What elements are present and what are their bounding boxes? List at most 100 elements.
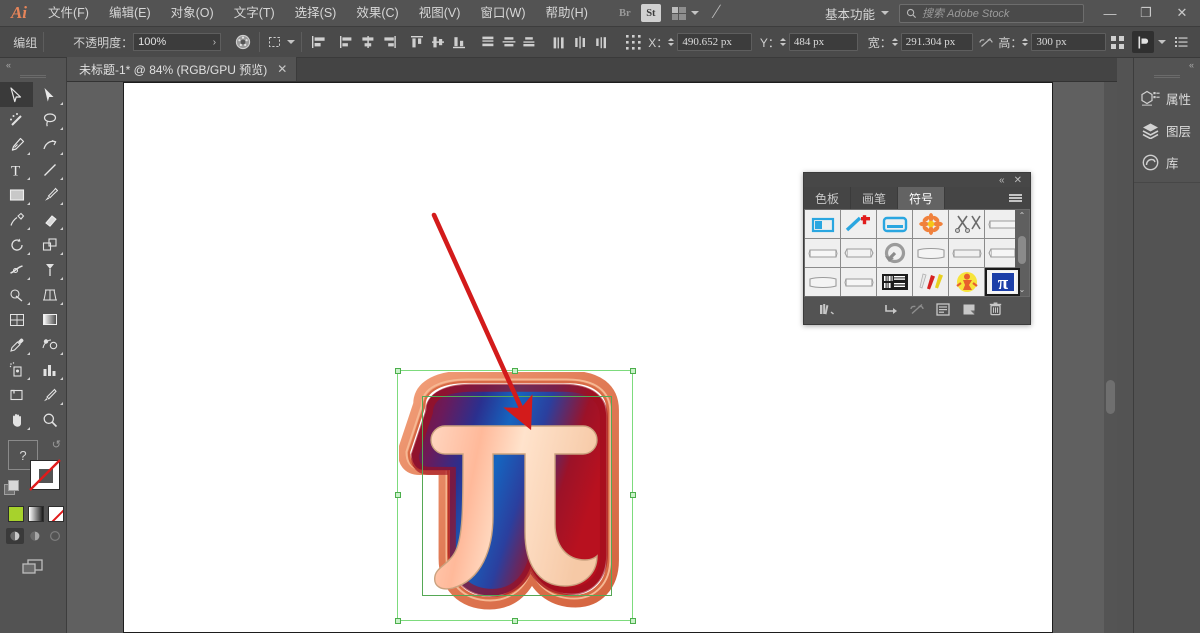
line-segment-tool[interactable]: [33, 157, 66, 182]
close-button[interactable]: ✕: [1164, 0, 1200, 27]
symbol-libraries-icon[interactable]: [814, 299, 840, 319]
edit-toolbar-button[interactable]: [0, 558, 66, 576]
dock-item-libraries[interactable]: 库: [1134, 146, 1200, 178]
column-graph-tool[interactable]: [33, 357, 66, 382]
workspace-switcher[interactable]: 基本功能: [815, 4, 881, 23]
distribute-h-left-button[interactable]: [549, 31, 570, 53]
width-stepper[interactable]: [892, 38, 898, 46]
select-similar-button[interactable]: [266, 31, 287, 53]
symbol-crayons[interactable]: [913, 268, 948, 296]
blend-tool[interactable]: [33, 332, 66, 357]
y-stepper[interactable]: [780, 38, 786, 46]
symbol-ribbon-7[interactable]: [841, 268, 876, 296]
shape-builder-tool[interactable]: [0, 282, 33, 307]
vertical-scrollbar[interactable]: [1104, 82, 1117, 633]
document-tab-close-icon[interactable]: ✕: [277, 62, 287, 76]
vertical-scrollbar-thumb[interactable]: [1106, 380, 1115, 414]
menu-window[interactable]: 窗口(W): [470, 0, 535, 27]
align-v-center-button[interactable]: [428, 31, 449, 53]
place-symbol-instance-icon[interactable]: [878, 299, 904, 319]
scale-tool[interactable]: [33, 232, 66, 257]
canvas-area[interactable]: ⌃: [67, 82, 1117, 633]
magic-wand-tool[interactable]: [0, 107, 33, 132]
perspective-grid-tool[interactable]: [33, 282, 66, 307]
tab-brushes[interactable]: 画笔: [851, 187, 898, 209]
height-stepper[interactable]: [1022, 38, 1028, 46]
symbol-options-icon[interactable]: [930, 299, 956, 319]
menu-object[interactable]: 对象(O): [161, 0, 224, 27]
align-h-center-button[interactable]: [358, 31, 379, 53]
align-chevron-down-icon[interactable]: [1158, 40, 1166, 44]
none-swatch[interactable]: [48, 506, 64, 522]
toolbar-drag-grip[interactable]: [0, 71, 66, 82]
selection-handle-se[interactable]: [630, 618, 636, 624]
panel-close-icon[interactable]: ✕: [1014, 175, 1022, 186]
menu-file[interactable]: 文件(F): [38, 0, 99, 27]
symbol-ribbon-6[interactable]: [805, 268, 840, 296]
symbol-web-box-blue[interactable]: [877, 210, 912, 238]
symbol-flower[interactable]: [913, 210, 948, 238]
align-panel-button[interactable]: [1132, 31, 1154, 53]
align-h-left-button[interactable]: [337, 31, 358, 53]
menu-help[interactable]: 帮助(H): [536, 0, 598, 27]
transform-panel-button[interactable]: [1106, 31, 1128, 53]
paintbrush-tool[interactable]: [33, 182, 66, 207]
type-tool[interactable]: T: [0, 157, 33, 182]
symbol-runner[interactable]: [949, 268, 984, 296]
menu-effect[interactable]: 效果(C): [346, 0, 408, 27]
delete-symbol-icon[interactable]: [982, 299, 1008, 319]
full-screen-mode[interactable]: [46, 528, 64, 544]
toolbar-collapse-button[interactable]: «: [0, 58, 66, 71]
symbol-sprayer-tool[interactable]: [0, 357, 33, 382]
artboard-tool[interactable]: [0, 382, 33, 407]
selection-tool[interactable]: [0, 82, 33, 107]
selection-handle-s[interactable]: [512, 618, 518, 624]
x-stepper[interactable]: [668, 38, 674, 46]
default-fill-stroke-icon-2[interactable]: [8, 480, 19, 491]
symbol-ribbon-1[interactable]: [805, 239, 840, 267]
align-h-right-button[interactable]: [378, 31, 399, 53]
stock-icon[interactable]: St: [641, 4, 661, 22]
new-symbol-icon[interactable]: [956, 299, 982, 319]
dock-drag-grip[interactable]: [1134, 71, 1200, 82]
transform-reference-point[interactable]: [623, 31, 644, 53]
dock-expand-button[interactable]: «: [1134, 58, 1200, 71]
width-tool[interactable]: [0, 257, 33, 282]
lock-proportions-button[interactable]: [975, 31, 996, 53]
symbol-ribbon-2[interactable]: [841, 239, 876, 267]
menu-select[interactable]: 选择(S): [285, 0, 347, 27]
selection-handle-sw[interactable]: [395, 618, 401, 624]
gradient-swatch[interactable]: [28, 506, 44, 522]
selection-handle-nw[interactable]: [395, 368, 401, 374]
distribute-v-center-button[interactable]: [498, 31, 519, 53]
menu-type[interactable]: 文字(T): [224, 0, 285, 27]
y-input[interactable]: 484 px: [789, 33, 858, 51]
symbol-web-banner-blue[interactable]: [805, 210, 840, 238]
dock-item-layers[interactable]: 图层: [1134, 114, 1200, 146]
symbols-panel[interactable]: « ✕ 色板 画笔 符号: [803, 172, 1031, 325]
free-transform-tool[interactable]: [33, 257, 66, 282]
curvature-tool[interactable]: [33, 132, 66, 157]
search-stock-input[interactable]: 搜索 Adobe Stock: [899, 4, 1084, 23]
restore-button[interactable]: ❐: [1128, 0, 1164, 27]
symbols-grid-container[interactable]: π ⌃ ⌄: [804, 209, 1030, 297]
minimize-button[interactable]: —: [1092, 0, 1128, 27]
panel-title-bar[interactable]: « ✕: [804, 173, 1030, 187]
lasso-tool[interactable]: [33, 107, 66, 132]
selection-handle-ne[interactable]: [630, 368, 636, 374]
stock-swoosh-icon[interactable]: ⟋: [710, 3, 724, 22]
rectangle-tool[interactable]: [0, 182, 33, 207]
symbol-barcode-card[interactable]: [877, 268, 912, 296]
symbols-scroll-up-icon[interactable]: ⌃: [1015, 210, 1029, 222]
symbol-refresh-arrow[interactable]: [877, 239, 912, 267]
panel-collapse-icon[interactable]: «: [999, 175, 1005, 186]
align-left-button[interactable]: [308, 31, 329, 53]
width-input[interactable]: 291.304 px: [901, 33, 974, 51]
distribute-h-center-button[interactable]: [570, 31, 591, 53]
pencil-tool[interactable]: [0, 207, 33, 232]
slice-tool[interactable]: [33, 382, 66, 407]
menu-view[interactable]: 视图(V): [409, 0, 471, 27]
zoom-tool[interactable]: [33, 407, 66, 432]
distribute-h-right-button[interactable]: [591, 31, 612, 53]
tab-symbols[interactable]: 符号: [898, 187, 945, 209]
